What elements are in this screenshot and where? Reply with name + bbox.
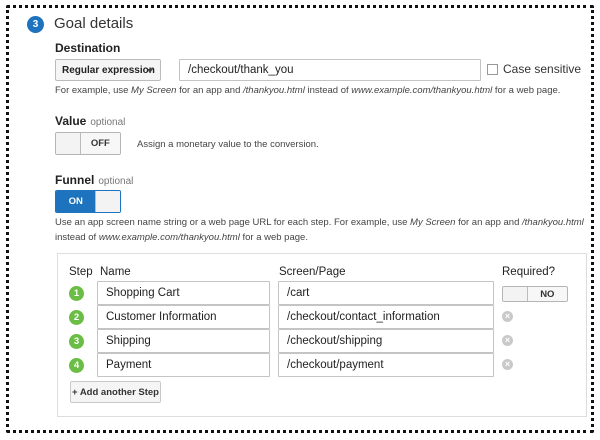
- caret-down-icon: [147, 69, 153, 73]
- screen-column-header: Screen/Page: [279, 266, 346, 278]
- match-type-dropdown[interactable]: Regular expression: [55, 59, 161, 81]
- value-label: Value optional: [55, 114, 126, 128]
- step-screen-input[interactable]: /checkout/shipping: [278, 329, 494, 353]
- value-toggle[interactable]: OFF: [55, 132, 121, 155]
- required-column-header: Required?: [502, 266, 556, 278]
- funnel-toggle[interactable]: ON: [55, 190, 121, 213]
- toggle-knob: [56, 133, 81, 154]
- required-toggle[interactable]: NO: [502, 286, 568, 302]
- funnel-help: Use an app screen name string or a web p…: [55, 217, 584, 243]
- step-number-badge: 2: [69, 310, 84, 325]
- toggle-knob: [95, 191, 120, 212]
- destination-label: Destination: [55, 41, 121, 55]
- step-name-input[interactable]: Shopping Cart: [97, 281, 270, 305]
- step-screen-input[interactable]: /cart: [278, 281, 494, 305]
- funnel-toggle-state: ON: [56, 191, 96, 212]
- section-number-badge: 3: [27, 16, 44, 33]
- remove-step-icon[interactable]: ×: [502, 335, 513, 346]
- toggle-knob: [503, 287, 528, 301]
- step-name-input[interactable]: Payment: [97, 353, 270, 377]
- step-number-badge: 4: [69, 358, 84, 373]
- case-sensitive-label: Case sensitive: [503, 62, 582, 76]
- funnel-label: Funnel optional: [55, 173, 134, 187]
- add-step-button[interactable]: + Add another Step: [70, 381, 161, 403]
- step-screen-input[interactable]: /checkout/contact_information: [278, 305, 494, 329]
- step-name-input[interactable]: Customer Information: [97, 305, 270, 329]
- remove-step-icon[interactable]: ×: [502, 311, 513, 322]
- value-toggle-state: OFF: [80, 133, 120, 154]
- destination-help: For example, use My Screen for an app an…: [55, 85, 561, 96]
- match-type-value: Regular expression: [62, 64, 155, 76]
- step-column-header: Step: [69, 266, 93, 278]
- step-screen-input[interactable]: /checkout/payment: [278, 353, 494, 377]
- section-title: Goal details: [54, 15, 134, 32]
- case-sensitive-checkbox[interactable]: [487, 64, 498, 75]
- step-name-input[interactable]: Shipping: [97, 329, 270, 353]
- step-number-badge: 3: [69, 334, 84, 349]
- value-optional-tag: optional: [90, 117, 126, 128]
- value-help: Assign a monetary value to the conversio…: [137, 139, 319, 150]
- step-number-badge: 1: [69, 286, 84, 301]
- required-toggle-state: NO: [527, 287, 567, 301]
- funnel-optional-tag: optional: [98, 176, 134, 187]
- remove-step-icon[interactable]: ×: [502, 359, 513, 370]
- name-column-header: Name: [100, 266, 131, 278]
- destination-input[interactable]: /checkout/thank_you: [179, 59, 481, 81]
